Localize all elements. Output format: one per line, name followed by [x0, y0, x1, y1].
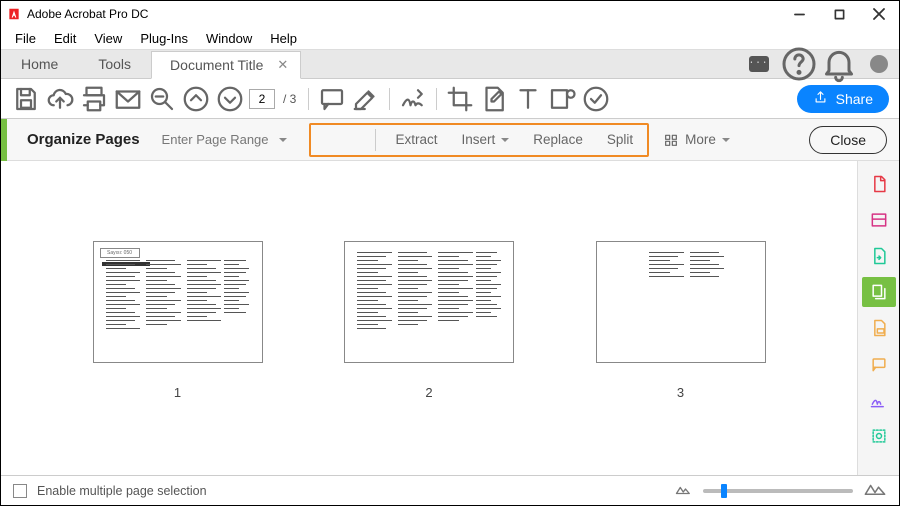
rail-redact-icon[interactable] [862, 421, 896, 451]
extract-button[interactable]: Extract [384, 128, 444, 151]
tab-document-label: Document Title [170, 57, 263, 73]
signature-tool-icon[interactable] [398, 84, 428, 114]
cloud-upload-icon[interactable] [45, 84, 75, 114]
edit-pdf-tool-icon[interactable] [479, 84, 509, 114]
rail-organize-pages-icon[interactable] [862, 277, 896, 307]
more-dropdown[interactable]: More [663, 132, 730, 148]
insert-button[interactable]: Insert [450, 128, 516, 151]
multi-select-label: Enable multiple page selection [37, 484, 207, 498]
print-icon[interactable] [79, 84, 109, 114]
share-button[interactable]: Share [797, 85, 889, 113]
save-icon[interactable] [11, 84, 41, 114]
page-up-icon[interactable] [181, 84, 211, 114]
tab-home[interactable]: Home [1, 50, 78, 78]
page-number-label: 2 [344, 385, 514, 400]
extract-label: Extract [396, 132, 438, 147]
page-number-input[interactable] [249, 89, 275, 109]
thumbnail-zoom-slider[interactable] [703, 489, 853, 493]
organize-title: Organize Pages [27, 131, 140, 148]
notification-bell-icon[interactable] [819, 50, 859, 78]
chevron-down-icon [501, 138, 509, 146]
account-avatar[interactable] [859, 50, 899, 78]
multi-select-checkbox[interactable] [13, 484, 27, 498]
maximize-button[interactable] [819, 1, 859, 27]
tab-close-icon[interactable]: ✕ [277, 57, 288, 73]
adobe-acrobat-icon [7, 7, 21, 21]
stamp-tool-icon[interactable] [547, 84, 577, 114]
mail-icon[interactable] [113, 84, 143, 114]
page-number-label: 3 [596, 385, 766, 400]
page-number-label: 1 [93, 385, 263, 400]
page-thumbnail-1[interactable]: Sayısı: 050 1 [93, 241, 263, 400]
rotate-right-button[interactable] [337, 136, 349, 144]
page-total-label: / 3 [279, 92, 300, 106]
menu-window[interactable]: Window [198, 29, 260, 48]
split-button[interactable]: Split [595, 128, 639, 151]
rotate-left-button[interactable] [319, 136, 331, 144]
app-title: Adobe Acrobat Pro DC [27, 7, 148, 21]
replace-label: Replace [533, 132, 583, 147]
rail-export-icon[interactable] [862, 241, 896, 271]
share-button-label: Share [836, 91, 873, 107]
window-close-button[interactable] [859, 1, 899, 27]
insert-label: Insert [462, 132, 496, 147]
rail-sticky-note-icon[interactable] [862, 349, 896, 379]
close-organize-button[interactable]: Close [809, 126, 887, 154]
crop-tool-icon[interactable] [445, 84, 475, 114]
comment-tool-icon[interactable] [317, 84, 347, 114]
chevron-down-icon [279, 138, 287, 146]
page-down-icon[interactable] [215, 84, 245, 114]
rail-sign-icon[interactable] [862, 385, 896, 415]
chevron-down-icon [722, 138, 730, 146]
minimize-button[interactable] [779, 1, 819, 27]
page-range-dropdown[interactable]: Enter Page Range [154, 128, 295, 151]
page-thumbnail-2[interactable]: 2 [344, 241, 514, 400]
close-label: Close [830, 132, 866, 148]
rail-combine-icon[interactable] [862, 205, 896, 235]
tab-tools[interactable]: Tools [78, 50, 151, 78]
page-range-label: Enter Page Range [162, 132, 269, 147]
zoom-in-thumb-icon[interactable] [863, 482, 887, 499]
share-upload-icon [813, 90, 828, 108]
organize-accent [1, 119, 7, 161]
menu-help[interactable]: Help [262, 29, 305, 48]
menu-plugins[interactable]: Plug-Ins [132, 29, 196, 48]
zoom-out-thumb-icon[interactable] [675, 483, 693, 498]
more-label: More [685, 132, 716, 147]
page-thumbnail-3[interactable]: 3 [596, 241, 766, 400]
comment-icon[interactable]: ● ● ● [739, 50, 779, 78]
help-icon[interactable] [779, 50, 819, 78]
delete-page-button[interactable] [355, 136, 367, 144]
zoom-out-icon[interactable] [147, 84, 177, 114]
split-label: Split [607, 132, 633, 147]
menu-file[interactable]: File [7, 29, 44, 48]
organize-tool-group-highlight: Extract Insert Replace Split [309, 123, 650, 157]
menu-edit[interactable]: Edit [46, 29, 84, 48]
status-ok-icon[interactable] [581, 84, 611, 114]
rail-create-pdf-icon[interactable] [862, 169, 896, 199]
highlight-tool-icon[interactable] [351, 84, 381, 114]
tab-document[interactable]: Document Title ✕ [151, 51, 301, 79]
text-tool-icon[interactable] [513, 84, 543, 114]
rail-comment-icon[interactable] [862, 313, 896, 343]
menu-view[interactable]: View [86, 29, 130, 48]
replace-button[interactable]: Replace [521, 128, 589, 151]
